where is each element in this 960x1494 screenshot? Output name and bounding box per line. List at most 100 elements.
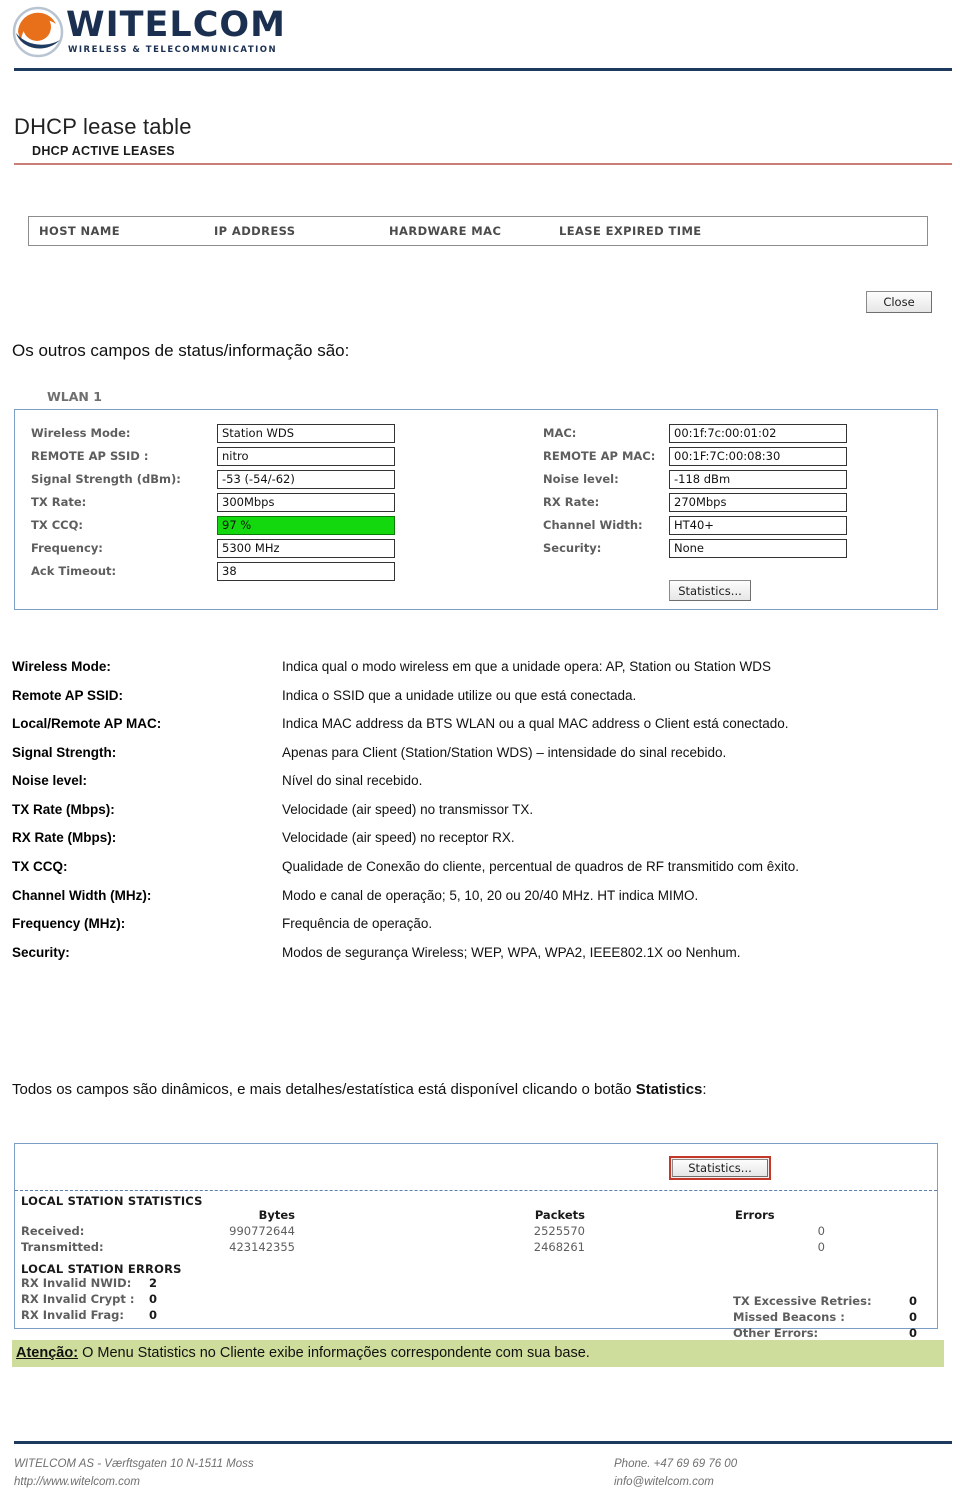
footer-phone: Phone. +47 69 69 76 00 (614, 1458, 738, 1470)
error-value: 0 (909, 1310, 918, 1324)
row-errors: 0 (817, 1240, 825, 1254)
error-value: 0 (149, 1292, 158, 1306)
statistics-panel-divider (15, 1190, 937, 1191)
closing-bold-word: Statistics (635, 1081, 703, 1098)
definition-term: RX Rate (Mbps): (12, 830, 117, 846)
definition-description: Indica qual o modo wireless em que a uni… (282, 659, 772, 674)
definition-description: Velocidade (air speed) no transmissor TX… (282, 801, 534, 817)
field-channel-width: Channel Width: HT40+ (543, 514, 847, 536)
wlan-panel-label: WLAN 1 (47, 389, 102, 404)
field-value[interactable]: -53 (-54/-62) (217, 469, 395, 489)
definition-term: TX CCQ: (12, 858, 68, 874)
definition-row: Security: Modos de segurança Wireless; W… (12, 943, 948, 963)
close-button[interactable]: Close (866, 291, 932, 313)
field-label: Frequency: (31, 541, 103, 555)
error-value: 0 (909, 1294, 918, 1308)
brand-tagline: WIRELESS & TELECOMMUNICATION (68, 45, 278, 56)
footer-address: WITELCOM AS - Værftsgaten 10 N-1511 Moss (14, 1458, 254, 1470)
dhcp-active-leases-subtitle: DHCP ACTIVE LEASES (32, 144, 175, 158)
error-row-rx-invalid-crypt: RX Invalid Crypt : 0 (21, 1292, 157, 1308)
dhcp-section-divider (14, 163, 952, 165)
field-value[interactable]: 38 (217, 561, 395, 581)
field-label: Wireless Mode: (31, 426, 131, 440)
local-station-statistics-title: LOCAL STATION STATISTICS (21, 1194, 203, 1208)
definition-description: Modo e canal de operação; 5, 10, 20 ou 2… (282, 887, 699, 903)
definition-term: Local/Remote AP MAC: (12, 716, 162, 732)
field-value[interactable]: -118 dBm (669, 469, 847, 489)
definition-term: Channel Width (MHz): (12, 887, 152, 903)
intro-paragraph: Os outros campos de status/informação sã… (12, 341, 350, 360)
field-value[interactable]: 00:1f:7c:00:01:02 (669, 423, 847, 443)
wlan-status-panel: Wireless Mode: Station WDS REMOTE AP SSI… (14, 409, 938, 610)
local-station-errors-title: LOCAL STATION ERRORS (21, 1262, 182, 1276)
field-value[interactable]: 300Mbps (217, 492, 395, 512)
definition-term: TX Rate (Mbps): (12, 801, 115, 817)
definition-row: Remote AP SSID: Indica o SSID que a unid… (12, 686, 948, 706)
error-key: RX Invalid Frag: (21, 1308, 124, 1322)
footer-right-column: Phone. +47 69 69 76 00 info@witelcom.com (614, 1456, 737, 1492)
row-errors: 0 (817, 1224, 825, 1238)
header-divider (14, 68, 952, 71)
field-label: Ack Timeout: (31, 564, 117, 578)
field-label: TX Rate: (31, 495, 87, 509)
row-bytes: 990772644 (229, 1224, 295, 1238)
field-value[interactable]: nitro (217, 446, 395, 466)
definition-term: Security: (12, 944, 70, 960)
definition-term: Signal Strength: (12, 744, 117, 760)
statistics-row-transmitted: Transmitted: 423142355 2468261 0 (15, 1240, 937, 1256)
definition-term: Noise level: (12, 773, 88, 789)
attention-label: Atenção: (16, 1345, 79, 1361)
field-value[interactable]: HT40+ (669, 515, 847, 535)
field-definitions-list: Wireless Mode: Indica qual o modo wirele… (12, 657, 948, 971)
column-header-bytes: Bytes (258, 1208, 295, 1222)
definition-description: Qualidade de Conexão do cliente, percent… (282, 858, 800, 874)
error-row-tx-excessive-retries: TX Excessive Retries: 0 (733, 1294, 917, 1310)
brand-logo: WITELCOM WIRELESS & TELECOMMUNICATION (12, 6, 286, 58)
field-value[interactable]: 5300 MHz (217, 538, 395, 558)
field-value[interactable]: Station WDS (217, 423, 395, 443)
error-key: Missed Beacons : (733, 1310, 845, 1324)
row-bytes: 423142355 (229, 1240, 295, 1254)
error-value: 2 (149, 1276, 158, 1290)
field-value[interactable]: 00:1F:7C:00:08:30 (669, 446, 847, 466)
wlan-right-column: MAC: 00:1f:7c:00:01:02 REMOTE AP MAC: 00… (543, 422, 847, 560)
error-key: RX Invalid NWID: (21, 1276, 132, 1290)
column-header-hardware-mac: HARDWARE MAC (389, 224, 502, 238)
attention-notice: Atenção: O Menu Statistics no Cliente ex… (12, 1340, 944, 1367)
error-value: 0 (149, 1308, 158, 1322)
definition-row: Frequency (MHz): Frequência de operação. (12, 914, 948, 934)
field-value[interactable]: 97 % (217, 515, 395, 535)
field-value[interactable]: None (669, 538, 847, 558)
field-label: MAC: (543, 426, 577, 440)
column-header-ip-address: IP ADDRESS (214, 224, 296, 238)
definition-description: Modos de segurança Wireless; WEP, WPA, W… (282, 944, 741, 960)
closing-text-after: : (702, 1081, 707, 1098)
field-noise-level: Noise level: -118 dBm (543, 468, 847, 490)
field-value[interactable]: 270Mbps (669, 492, 847, 512)
field-signal-strength: Signal Strength (dBm): -53 (-54/-62) (31, 468, 395, 490)
brand-name: WITELCOM (66, 5, 286, 45)
error-key: RX Invalid Crypt : (21, 1292, 135, 1306)
field-label: RX Rate: (543, 495, 600, 509)
field-label: REMOTE AP MAC: (543, 449, 656, 463)
row-packets: 2525570 (533, 1224, 585, 1238)
closing-paragraph: Todos os campos são dinâmicos, e mais de… (12, 1079, 948, 1101)
error-key: TX Excessive Retries: (733, 1294, 872, 1308)
statistics-screenshot-panel: Statistics... LOCAL STATION STATISTICS B… (14, 1143, 938, 1340)
field-remote-ap-ssid: REMOTE AP SSID : nitro (31, 445, 395, 467)
row-label: Received: (21, 1224, 85, 1238)
definition-row: Signal Strength: Apenas para Client (Sta… (12, 743, 948, 763)
column-header-packets: Packets (534, 1208, 585, 1222)
field-mac: MAC: 00:1f:7c:00:01:02 (543, 422, 847, 444)
footer-email[interactable]: info@witelcom.com (614, 1474, 737, 1492)
error-row-rx-invalid-frag: RX Invalid Frag: 0 (21, 1308, 157, 1324)
definition-row: TX CCQ: Qualidade de Conexão do cliente,… (12, 857, 948, 877)
definition-description: Indica MAC address da BTS WLAN ou a qual… (282, 716, 789, 732)
field-label: Channel Width: (543, 518, 643, 532)
page-header: WITELCOM WIRELESS & TELECOMMUNICATION (0, 0, 960, 72)
row-label: Transmitted: (21, 1240, 104, 1254)
statistics-button[interactable]: Statistics... (672, 1159, 768, 1177)
definition-description: Frequência de operação. (282, 916, 433, 932)
statistics-button[interactable]: Statistics... (669, 580, 751, 601)
footer-website[interactable]: http://www.witelcom.com (14, 1474, 614, 1492)
